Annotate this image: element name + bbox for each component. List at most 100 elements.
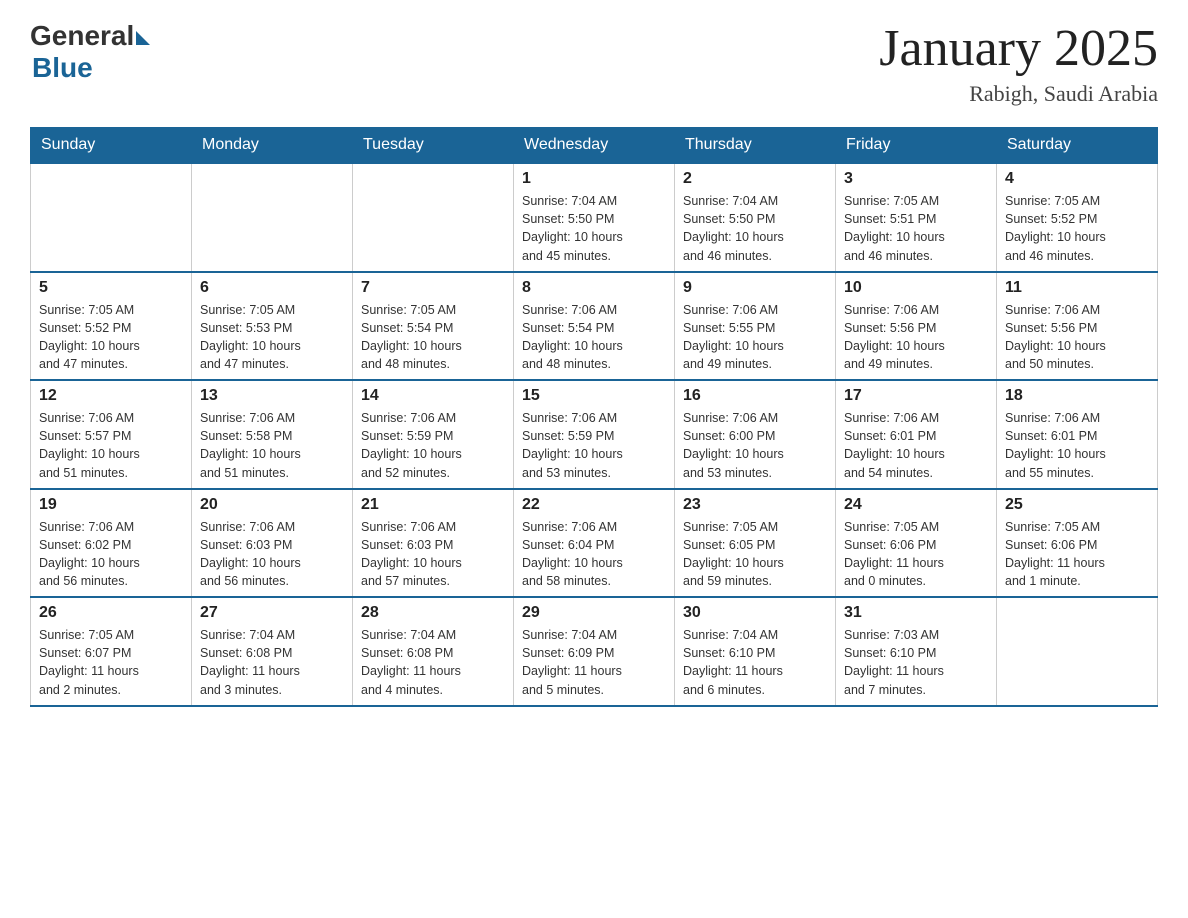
day-info: Sunrise: 7:04 AMSunset: 5:50 PMDaylight:… [522,192,666,265]
day-number: 7 [361,279,505,297]
header-monday: Monday [192,128,353,164]
calendar-cell: 12 Sunrise: 7:06 AMSunset: 5:57 PMDayligh… [31,380,192,489]
calendar-cell: 1 Sunrise: 7:04 AMSunset: 5:50 PMDaylight… [514,163,675,272]
day-info: Sunrise: 7:05 AMSunset: 5:54 PMDaylight:… [361,301,505,374]
calendar-week-2: 5 Sunrise: 7:05 AMSunset: 5:52 PMDaylight… [31,272,1158,381]
day-number: 3 [844,170,988,188]
day-number: 13 [200,387,344,405]
day-info: Sunrise: 7:06 AMSunset: 5:57 PMDaylight:… [39,409,183,482]
day-number: 18 [1005,387,1149,405]
day-number: 17 [844,387,988,405]
day-number: 24 [844,496,988,514]
calendar-cell: 10 Sunrise: 7:06 AMSunset: 5:56 PMDayligh… [836,272,997,381]
calendar-cell [31,163,192,272]
day-info: Sunrise: 7:06 AMSunset: 5:55 PMDaylight:… [683,301,827,374]
calendar-cell: 26Sunrise: 7:05 AMSunset: 6:07 PMDayligh… [31,597,192,706]
day-info: Sunrise: 7:06 AMSunset: 5:54 PMDaylight:… [522,301,666,374]
month-title: January 2025 [879,20,1158,77]
calendar-header-row: SundayMondayTuesdayWednesdayThursdayFrid… [31,128,1158,164]
calendar-cell: 7 Sunrise: 7:05 AMSunset: 5:54 PMDaylight… [353,272,514,381]
calendar-cell: 25 Sunrise: 7:05 AMSunset: 6:06 PMDayligh… [997,489,1158,598]
day-number: 9 [683,279,827,297]
day-info: Sunrise: 7:05 AMSunset: 5:52 PMDaylight:… [1005,192,1149,265]
day-number: 29 [522,604,666,622]
day-info: Sunrise: 7:04 AMSunset: 6:09 PMDaylight:… [522,626,666,699]
day-number: 23 [683,496,827,514]
day-number: 19 [39,496,183,514]
calendar-cell: 31 Sunrise: 7:03 AMSunset: 6:10 PMDayligh… [836,597,997,706]
calendar-week-5: 26Sunrise: 7:05 AMSunset: 6:07 PMDayligh… [31,597,1158,706]
day-number: 15 [522,387,666,405]
day-number: 31 [844,604,988,622]
logo-general-text: General [30,20,134,52]
day-info: Sunrise: 7:04 AMSunset: 6:08 PMDaylight:… [361,626,505,699]
day-info: Sunrise: 7:03 AMSunset: 6:10 PMDaylight:… [844,626,988,699]
day-info: Sunrise: 7:06 AMSunset: 6:01 PMDaylight:… [1005,409,1149,482]
day-info: Sunrise: 7:06 AMSunset: 5:59 PMDaylight:… [361,409,505,482]
day-info: Sunrise: 7:06 AMSunset: 5:59 PMDaylight:… [522,409,666,482]
calendar-cell: 22 Sunrise: 7:06 AMSunset: 6:04 PMDayligh… [514,489,675,598]
calendar-cell: 27 Sunrise: 7:04 AMSunset: 6:08 PMDayligh… [192,597,353,706]
calendar: SundayMondayTuesdayWednesdayThursdayFrid… [30,127,1158,707]
day-info: Sunrise: 7:04 AMSunset: 6:08 PMDaylight:… [200,626,344,699]
day-info: Sunrise: 7:06 AMSunset: 6:04 PMDaylight:… [522,518,666,591]
day-info: Sunrise: 7:06 AMSunset: 6:01 PMDaylight:… [844,409,988,482]
day-number: 10 [844,279,988,297]
calendar-week-4: 19 Sunrise: 7:06 AMSunset: 6:02 PMDayligh… [31,489,1158,598]
calendar-week-3: 12 Sunrise: 7:06 AMSunset: 5:57 PMDayligh… [31,380,1158,489]
calendar-cell: 14 Sunrise: 7:06 AMSunset: 5:59 PMDayligh… [353,380,514,489]
calendar-cell: 21 Sunrise: 7:06 AMSunset: 6:03 PMDayligh… [353,489,514,598]
day-number: 6 [200,279,344,297]
calendar-cell: 23Sunrise: 7:05 AMSunset: 6:05 PMDayligh… [675,489,836,598]
day-number: 22 [522,496,666,514]
calendar-cell [997,597,1158,706]
calendar-cell: 30 Sunrise: 7:04 AMSunset: 6:10 PMDayligh… [675,597,836,706]
header-tuesday: Tuesday [353,128,514,164]
calendar-cell [353,163,514,272]
day-number: 21 [361,496,505,514]
day-info: Sunrise: 7:04 AMSunset: 6:10 PMDaylight:… [683,626,827,699]
day-info: Sunrise: 7:06 AMSunset: 5:56 PMDaylight:… [844,301,988,374]
calendar-cell: 6Sunrise: 7:05 AMSunset: 5:53 PMDaylight… [192,272,353,381]
calendar-cell [192,163,353,272]
calendar-cell: 2Sunrise: 7:04 AMSunset: 5:50 PMDaylight… [675,163,836,272]
day-number: 11 [1005,279,1149,297]
title-block: January 2025 Rabigh, Saudi Arabia [879,20,1158,107]
calendar-cell: 24 Sunrise: 7:05 AMSunset: 6:06 PMDayligh… [836,489,997,598]
page-header: General Blue January 2025 Rabigh, Saudi … [30,20,1158,107]
calendar-cell: 3 Sunrise: 7:05 AMSunset: 5:51 PMDaylight… [836,163,997,272]
calendar-cell: 13 Sunrise: 7:06 AMSunset: 5:58 PMDayligh… [192,380,353,489]
day-number: 12 [39,387,183,405]
logo-blue-text: Blue [32,52,93,84]
day-info: Sunrise: 7:06 AMSunset: 6:03 PMDaylight:… [361,518,505,591]
header-wednesday: Wednesday [514,128,675,164]
header-friday: Friday [836,128,997,164]
calendar-cell: 5 Sunrise: 7:05 AMSunset: 5:52 PMDaylight… [31,272,192,381]
day-number: 14 [361,387,505,405]
day-info: Sunrise: 7:06 AMSunset: 6:00 PMDaylight:… [683,409,827,482]
day-number: 8 [522,279,666,297]
header-saturday: Saturday [997,128,1158,164]
day-info: Sunrise: 7:04 AMSunset: 5:50 PMDaylight:… [683,192,827,265]
day-number: 26 [39,604,183,622]
day-info: Sunrise: 7:05 AMSunset: 5:51 PMDaylight:… [844,192,988,265]
day-info: Sunrise: 7:05 AMSunset: 6:06 PMDaylight:… [844,518,988,591]
day-number: 27 [200,604,344,622]
calendar-cell: 11Sunrise: 7:06 AMSunset: 5:56 PMDayligh… [997,272,1158,381]
header-sunday: Sunday [31,128,192,164]
day-info: Sunrise: 7:06 AMSunset: 5:58 PMDaylight:… [200,409,344,482]
calendar-cell: 15 Sunrise: 7:06 AMSunset: 5:59 PMDayligh… [514,380,675,489]
calendar-cell: 8 Sunrise: 7:06 AMSunset: 5:54 PMDaylight… [514,272,675,381]
day-info: Sunrise: 7:05 AMSunset: 5:52 PMDaylight:… [39,301,183,374]
day-number: 25 [1005,496,1149,514]
calendar-week-1: 1 Sunrise: 7:04 AMSunset: 5:50 PMDaylight… [31,163,1158,272]
day-info: Sunrise: 7:06 AMSunset: 6:02 PMDaylight:… [39,518,183,591]
calendar-cell: 19 Sunrise: 7:06 AMSunset: 6:02 PMDayligh… [31,489,192,598]
day-number: 1 [522,170,666,188]
calendar-cell: 4Sunrise: 7:05 AMSunset: 5:52 PMDaylight… [997,163,1158,272]
day-number: 5 [39,279,183,297]
day-info: Sunrise: 7:05 AMSunset: 6:06 PMDaylight:… [1005,518,1149,591]
day-number: 28 [361,604,505,622]
day-number: 30 [683,604,827,622]
logo: General Blue [30,20,150,84]
